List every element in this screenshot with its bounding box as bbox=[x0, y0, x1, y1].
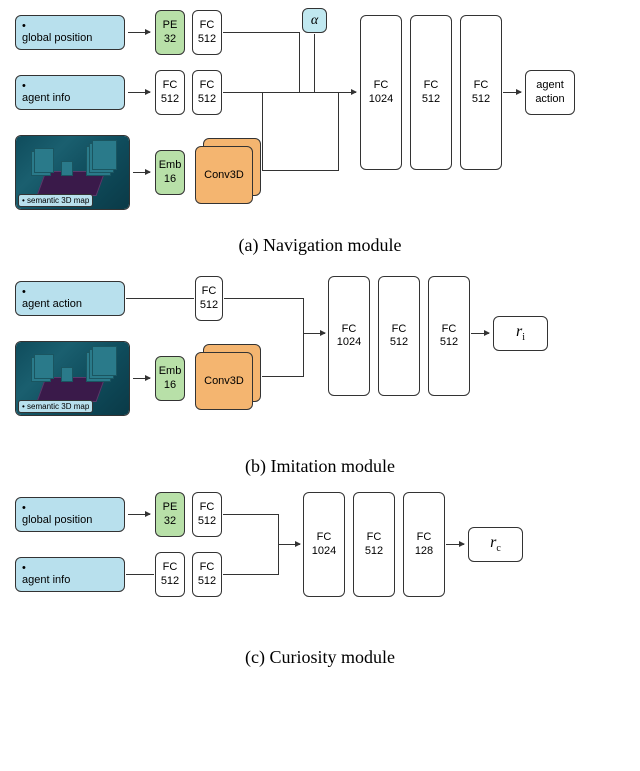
navigation-module: global position agent info semantic 3D m… bbox=[10, 10, 630, 256]
label: global position bbox=[22, 514, 92, 526]
label: agent info bbox=[22, 92, 70, 104]
output-agent-action: agent action bbox=[525, 70, 575, 115]
line bbox=[303, 298, 304, 334]
arrow bbox=[338, 92, 356, 93]
arrow bbox=[303, 333, 325, 334]
output-rc: rc bbox=[468, 527, 523, 562]
output-ri: ri bbox=[493, 316, 548, 351]
line bbox=[126, 298, 194, 299]
line bbox=[303, 333, 304, 377]
line bbox=[338, 92, 339, 171]
fc-block: FC 512 bbox=[192, 10, 222, 55]
arrow bbox=[128, 514, 150, 515]
arrow bbox=[278, 544, 300, 545]
fc1024-block: FC 1024 bbox=[328, 276, 370, 396]
conv3d-stack: Conv3D bbox=[195, 138, 265, 203]
line bbox=[262, 92, 263, 170]
curiosity-module: global position agent info PE 32 FC 512 … bbox=[10, 492, 630, 668]
label: ri bbox=[516, 323, 525, 343]
arrow bbox=[446, 544, 464, 545]
input-semantic-map: semantic 3D map bbox=[15, 135, 130, 210]
fc512-block: FC 512 bbox=[378, 276, 420, 396]
arrow bbox=[133, 172, 150, 173]
alpha-block: α bbox=[302, 8, 327, 33]
fc-block: FC 512 bbox=[192, 492, 222, 537]
arrow bbox=[503, 92, 521, 93]
label: agent action bbox=[22, 298, 82, 310]
fc128-block: FC 128 bbox=[403, 492, 445, 597]
fc512-block: FC 512 bbox=[353, 492, 395, 597]
fc-block: FC 512 bbox=[192, 552, 222, 597]
arrow bbox=[133, 378, 150, 379]
fc512-block: FC 512 bbox=[410, 15, 452, 170]
line bbox=[126, 574, 154, 575]
line bbox=[223, 32, 299, 33]
caption-curiosity: (c) Curiosity module bbox=[10, 647, 630, 668]
pe-block: PE 32 bbox=[155, 10, 185, 55]
pe-block: PE 32 bbox=[155, 492, 185, 537]
fc-block: FC 512 bbox=[155, 70, 185, 115]
input-global-position: global position bbox=[15, 15, 125, 50]
fc-block: FC 512 bbox=[195, 276, 223, 321]
map-label: semantic 3D map bbox=[18, 400, 93, 413]
fc1024-block: FC 1024 bbox=[303, 492, 345, 597]
emb-block: Emb 16 bbox=[155, 356, 185, 401]
line bbox=[278, 514, 279, 544]
fc512-block: FC 512 bbox=[460, 15, 502, 170]
label: agent info bbox=[22, 574, 70, 586]
conv3d-stack: Conv3D bbox=[195, 344, 265, 409]
line bbox=[223, 574, 278, 575]
line bbox=[299, 32, 300, 93]
line bbox=[262, 376, 303, 377]
input-agent-info: agent info bbox=[15, 557, 125, 592]
fc1024-block: FC 1024 bbox=[360, 15, 402, 170]
line bbox=[262, 170, 338, 171]
fc-block: FC 512 bbox=[192, 70, 222, 115]
line bbox=[223, 514, 278, 515]
input-agent-action: agent action bbox=[15, 281, 125, 316]
line bbox=[278, 544, 279, 575]
line bbox=[223, 92, 338, 93]
imitation-module: agent action semantic 3D map Emb 16 bbox=[10, 271, 630, 477]
input-semantic-map: semantic 3D map bbox=[15, 341, 130, 416]
input-global-position: global position bbox=[15, 497, 125, 532]
caption-imitation: (b) Imitation module bbox=[10, 456, 630, 477]
map-label: semantic 3D map bbox=[18, 194, 93, 207]
label: global position bbox=[22, 32, 92, 44]
arrow bbox=[128, 32, 150, 33]
input-agent-info: agent info bbox=[15, 75, 125, 110]
label: rc bbox=[490, 534, 501, 554]
arrow bbox=[471, 333, 489, 334]
fc512-block: FC 512 bbox=[428, 276, 470, 396]
caption-navigation: (a) Navigation module bbox=[10, 235, 630, 256]
line bbox=[224, 298, 304, 299]
emb-block: Emb 16 bbox=[155, 150, 185, 195]
line bbox=[314, 34, 315, 92]
arrow bbox=[128, 92, 150, 93]
fc-block: FC 512 bbox=[155, 552, 185, 597]
